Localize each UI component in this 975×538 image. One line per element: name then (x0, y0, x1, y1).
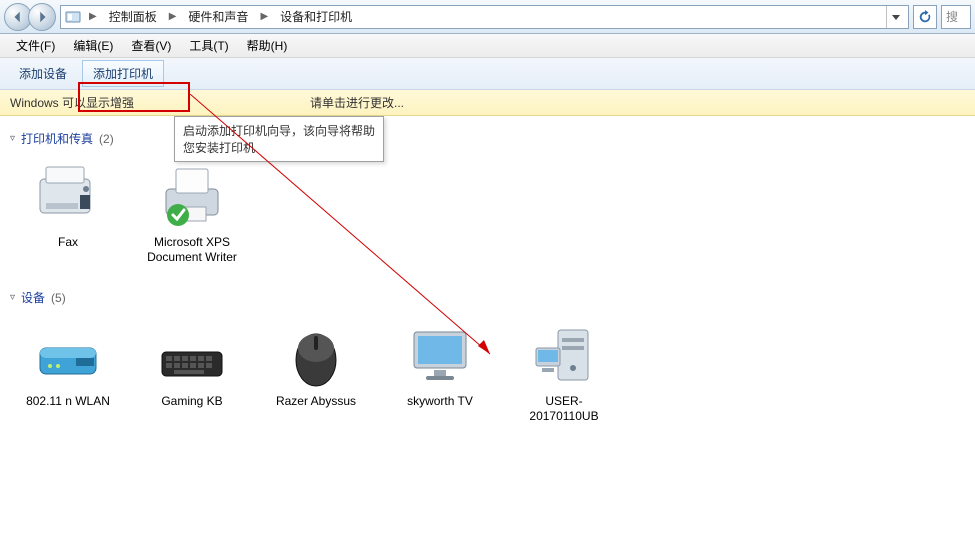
menubar: 文件(F) 编辑(E) 查看(V) 工具(T) 帮助(H) (0, 34, 975, 58)
group-count-printers: (2) (99, 132, 114, 146)
printers-items: Fax Microsoft XPS Document Writer (10, 153, 965, 281)
chevron-down-icon: ▿ (10, 133, 15, 144)
device-item-fax[interactable]: Fax (18, 159, 118, 265)
printer-icon (156, 159, 228, 231)
refresh-button[interactable] (913, 5, 937, 29)
toolbar: 添加设备 添加打印机 (0, 58, 975, 90)
add-device-button[interactable]: 添加设备 (8, 60, 78, 87)
device-item-computer[interactable]: USER-20170110UB (514, 318, 614, 424)
fax-icon (32, 159, 104, 231)
menu-view[interactable]: 查看(V) (123, 35, 179, 56)
breadcrumb-segment-devices-printers[interactable]: 设备和打印机 (276, 7, 356, 26)
group-title-devices: 设备 (21, 289, 45, 306)
mouse-icon (280, 318, 352, 390)
item-label: 802.11 n WLAN (26, 394, 110, 409)
item-label: Gaming KB (161, 394, 222, 409)
group-header-devices[interactable]: ▿ 设备 (5) (10, 289, 965, 306)
chevron-right-icon: ▶ (85, 11, 101, 22)
search-placeholder: 搜 (946, 8, 958, 25)
menu-edit[interactable]: 编辑(E) (65, 35, 121, 56)
add-printer-button[interactable]: 添加打印机 (82, 60, 164, 87)
infobar-suffix: 请单击进行更改... (310, 94, 404, 111)
item-label: skyworth TV (407, 394, 473, 409)
breadcrumb[interactable]: ▶ 控制面板 ▶ 硬件和声音 ▶ 设备和打印机 (60, 5, 909, 29)
tooltip: 启动添加打印机向导，该向导将帮助 您安装打印机 (174, 116, 384, 162)
item-label: Microsoft XPS Document Writer (142, 235, 242, 265)
keyboard-icon (156, 318, 228, 390)
network-adapter-icon (32, 318, 104, 390)
breadcrumb-dropdown[interactable] (886, 6, 904, 28)
devices-items: 802.11 n WLAN Gaming KB (10, 312, 965, 440)
breadcrumb-segment-control-panel[interactable]: 控制面板 (105, 7, 161, 26)
menu-tools[interactable]: 工具(T) (181, 35, 236, 56)
breadcrumb-tail (886, 6, 904, 28)
infobar[interactable]: Windows 可以显示增强 请单击进行更改... (0, 90, 975, 116)
group-header-printers[interactable]: ▿ 打印机和传真 (2) (10, 130, 965, 147)
device-item-mouse[interactable]: Razer Abyssus (266, 318, 366, 424)
titlebar: ▶ 控制面板 ▶ 硬件和声音 ▶ 设备和打印机 搜 (0, 0, 975, 34)
device-item-keyboard[interactable]: Gaming KB (142, 318, 242, 424)
content-area: ▿ 打印机和传真 (2) Fax (0, 116, 975, 446)
chevron-down-icon: ▿ (10, 292, 15, 303)
breadcrumb-segment-hardware-sound[interactable]: 硬件和声音 (184, 7, 252, 26)
group-count-devices: (5) (51, 291, 66, 305)
computer-icon (528, 318, 600, 390)
search-input[interactable]: 搜 (941, 5, 971, 29)
forward-button[interactable] (28, 3, 56, 31)
item-label: Fax (58, 235, 78, 250)
nav-buttons (4, 3, 56, 31)
menu-help[interactable]: 帮助(H) (239, 35, 296, 56)
menu-file[interactable]: 文件(F) (8, 35, 63, 56)
chevron-right-icon: ▶ (256, 11, 272, 22)
location-icon (65, 9, 81, 25)
monitor-icon (404, 318, 476, 390)
device-item-xps-writer[interactable]: Microsoft XPS Document Writer (142, 159, 242, 265)
tooltip-line2: 您安装打印机 (183, 139, 375, 156)
item-label: USER-20170110UB (514, 394, 614, 424)
item-label: Razer Abyssus (276, 394, 356, 409)
device-item-tv[interactable]: skyworth TV (390, 318, 490, 424)
infobar-prefix: Windows 可以显示增强 (10, 94, 134, 111)
tooltip-line1: 启动添加打印机向导，该向导将帮助 (183, 122, 375, 139)
device-item-wlan[interactable]: 802.11 n WLAN (18, 318, 118, 424)
group-title-printers: 打印机和传真 (21, 130, 93, 147)
chevron-right-icon: ▶ (165, 11, 181, 22)
